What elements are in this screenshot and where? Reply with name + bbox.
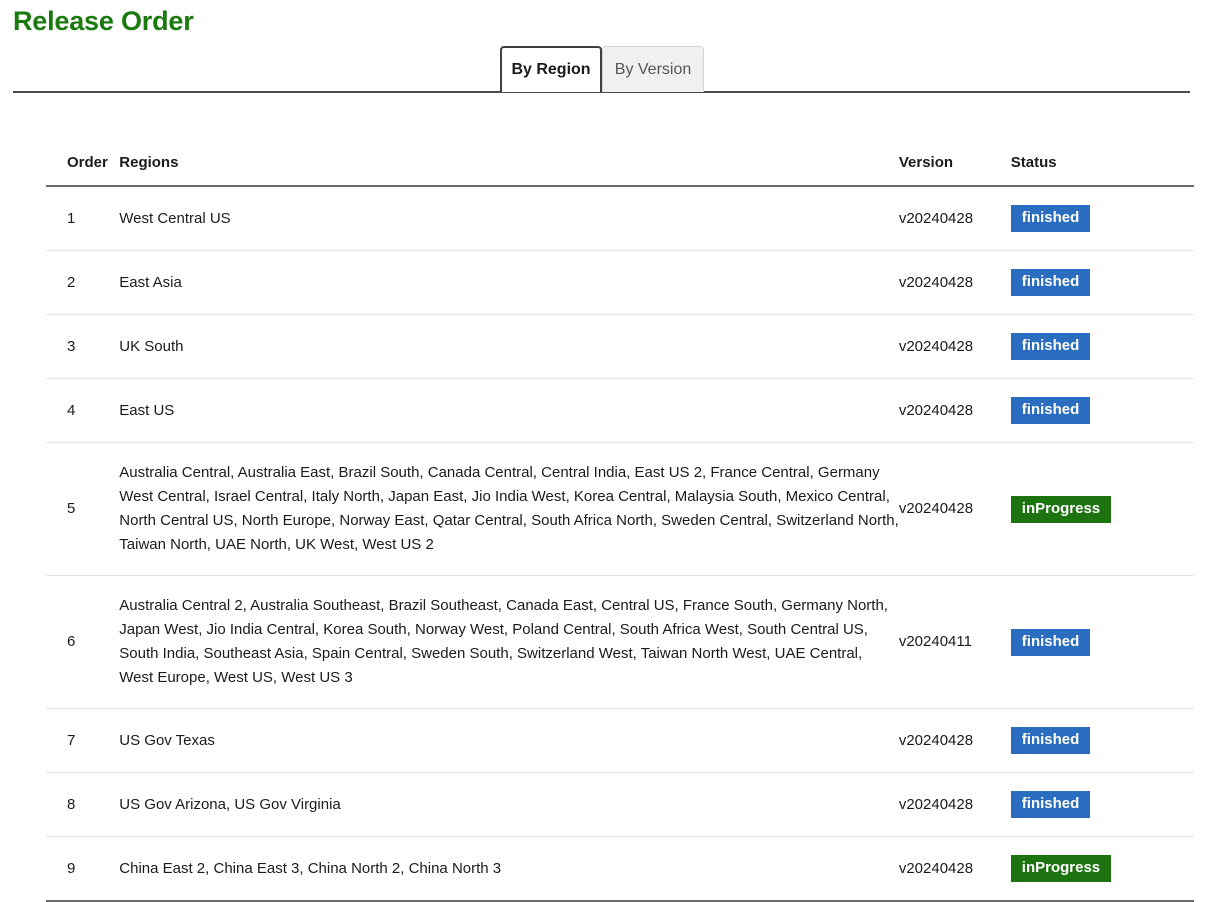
cell-regions: East Asia [119,251,899,315]
column-header-order: Order [46,144,119,186]
cell-version: v20240428 [899,837,1011,902]
table-row: 9China East 2, China East 3, China North… [46,837,1194,902]
cell-regions: Australia Central 2, Australia Southeast… [119,576,899,709]
cell-order: 4 [46,379,119,443]
cell-version: v20240428 [899,379,1011,443]
cell-status: finished [1011,576,1194,709]
table-row: 8US Gov Arizona, US Gov Virginiav2024042… [46,773,1194,837]
cell-status: finished [1011,773,1194,837]
cell-regions: US Gov Texas [119,709,899,773]
cell-order: 2 [46,251,119,315]
cell-version: v20240428 [899,773,1011,837]
release-table-body: 1West Central USv20240428finished2East A… [46,186,1194,901]
cell-status: finished [1011,186,1194,251]
column-header-version: Version [899,144,1011,186]
status-badge[interactable]: finished [1011,791,1091,818]
status-badge[interactable]: finished [1011,205,1091,232]
cell-order: 6 [46,576,119,709]
status-badge[interactable]: finished [1011,629,1091,656]
table-row: 1West Central USv20240428finished [46,186,1194,251]
status-badge[interactable]: finished [1011,397,1091,424]
cell-regions: UK South [119,315,899,379]
cell-status: inProgress [1011,837,1194,902]
table-row: 5Australia Central, Australia East, Braz… [46,443,1194,576]
release-table: Order Regions Version Status 1West Centr… [46,144,1194,902]
cell-version: v20240428 [899,251,1011,315]
table-row: 4East USv20240428finished [46,379,1194,443]
cell-version: v20240428 [899,186,1011,251]
cell-regions: US Gov Arizona, US Gov Virginia [119,773,899,837]
cell-version: v20240428 [899,709,1011,773]
cell-order: 9 [46,837,119,902]
cell-version: v20240428 [899,443,1011,576]
release-table-head: Order Regions Version Status [46,144,1194,186]
status-badge[interactable]: finished [1011,333,1091,360]
release-order-page: Release Order By Region By Version Order… [0,0,1221,902]
column-header-regions: Regions [119,144,899,186]
cell-status: finished [1011,379,1194,443]
cell-status: finished [1011,251,1194,315]
cell-regions: East US [119,379,899,443]
tab-by-version[interactable]: By Version [602,46,704,92]
table-row: 6Australia Central 2, Australia Southeas… [46,576,1194,709]
cell-status: finished [1011,315,1194,379]
page-title: Release Order [13,4,194,38]
table-row: 7US Gov Texasv20240428finished [46,709,1194,773]
column-header-status: Status [1011,144,1194,186]
status-badge[interactable]: finished [1011,727,1091,754]
status-badge[interactable]: inProgress [1011,855,1111,882]
tab-by-region[interactable]: By Region [500,46,602,92]
cell-order: 7 [46,709,119,773]
cell-status: finished [1011,709,1194,773]
release-table-container: Order Regions Version Status 1West Centr… [46,144,1194,902]
tab-strip: By Region By Version [0,46,1221,94]
cell-regions: West Central US [119,186,899,251]
status-badge[interactable]: inProgress [1011,496,1111,523]
cell-version: v20240428 [899,315,1011,379]
cell-order: 5 [46,443,119,576]
cell-regions: China East 2, China East 3, China North … [119,837,899,902]
cell-order: 3 [46,315,119,379]
cell-status: inProgress [1011,443,1194,576]
cell-version: v20240411 [899,576,1011,709]
cell-regions: Australia Central, Australia East, Brazi… [119,443,899,576]
table-row: 3UK Southv20240428finished [46,315,1194,379]
status-badge[interactable]: finished [1011,269,1091,296]
cell-order: 1 [46,186,119,251]
cell-order: 8 [46,773,119,837]
table-row: 2East Asiav20240428finished [46,251,1194,315]
table-header-row: Order Regions Version Status [46,144,1194,186]
